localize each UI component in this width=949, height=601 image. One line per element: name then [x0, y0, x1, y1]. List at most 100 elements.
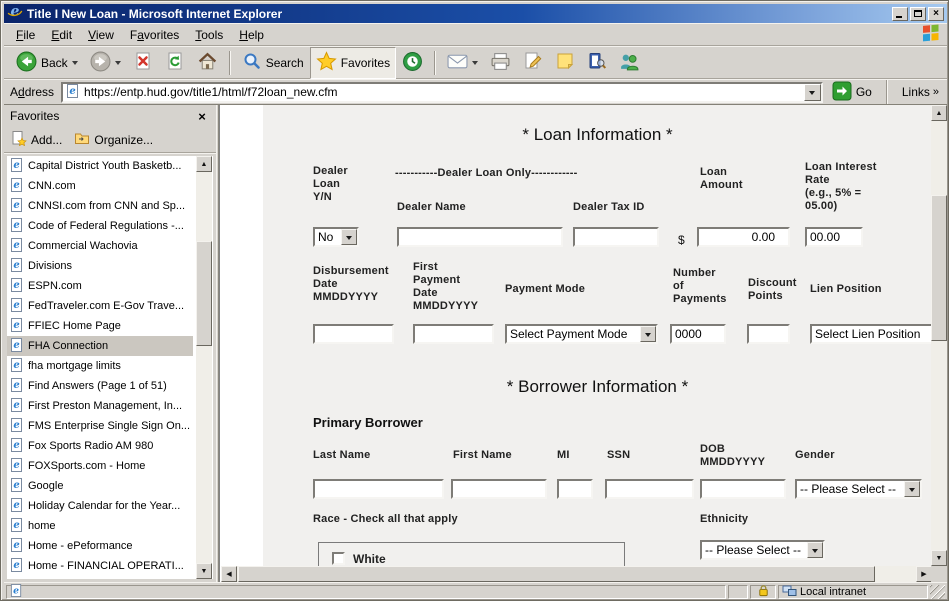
dropdown-button[interactable] [807, 542, 823, 558]
scroll-down-button[interactable]: ▼ [931, 550, 947, 566]
favorites-item[interactable]: eFFIEC Home Page [7, 316, 193, 336]
content-horizontal-scrollbar: ◀ ▶ [221, 566, 932, 582]
svg-text:e: e [13, 585, 19, 596]
menu-item-tools[interactable]: Tools [187, 25, 231, 45]
dropdown-button[interactable] [904, 481, 920, 497]
loan-amount-input[interactable] [697, 227, 790, 247]
scroll-left-button[interactable]: ◀ [221, 566, 237, 582]
first-payment-date-input[interactable] [413, 324, 494, 344]
race-white-checkbox[interactable] [332, 552, 345, 565]
favorites-item[interactable]: eHoliday Calendar for the Year... [7, 496, 193, 516]
mail-dropdown-icon[interactable] [472, 61, 478, 65]
favorites-item[interactable]: eESPN.com [7, 276, 193, 296]
mi-input[interactable] [557, 479, 593, 499]
menu-bar: FileEditViewFavoritesToolsHelp [4, 23, 947, 46]
favorites-item[interactable]: eCode of Federal Regulations -... [7, 216, 193, 236]
status-bar: e Local intranet [4, 582, 947, 599]
dob-input[interactable] [700, 479, 786, 499]
research-button[interactable] [581, 47, 613, 78]
favorites-item[interactable]: eFind Answers (Page 1 of 51) [7, 376, 193, 396]
favorites-item[interactable]: eDivisions [7, 256, 193, 276]
favorites-item[interactable]: eCapital District Youth Basketb... [7, 156, 193, 176]
scroll-up-button[interactable]: ▲ [931, 105, 947, 121]
forward-dropdown-icon[interactable] [115, 61, 121, 65]
discount-points-input[interactable] [747, 324, 790, 344]
payment-mode-select[interactable]: Select Payment Mode [505, 324, 658, 344]
messenger-button[interactable] [613, 47, 646, 79]
discuss-note-button[interactable] [549, 47, 581, 78]
favorites-item[interactable]: eGoogle [7, 476, 193, 496]
home-button[interactable] [191, 47, 224, 79]
stop-button[interactable] [127, 47, 159, 78]
lien-position-select[interactable]: Select Lien Position [810, 324, 932, 344]
add-favorite-icon [11, 130, 27, 149]
back-button[interactable]: Back [10, 47, 84, 79]
forward-button[interactable] [84, 47, 127, 79]
scrollbar-thumb[interactable] [196, 241, 212, 346]
dealer-loan-select[interactable]: No [313, 227, 359, 247]
minimize-button[interactable] [892, 7, 908, 21]
favorites-item[interactable]: eFOXSports.com - Home [7, 456, 193, 476]
scrollbar-track[interactable] [196, 156, 212, 579]
resize-grip[interactable] [930, 585, 945, 599]
favorites-item[interactable]: eFMS Enterprise Single Sign On... [7, 416, 193, 436]
favorites-close-button[interactable]: × [194, 109, 210, 123]
first-name-input[interactable] [451, 479, 547, 499]
back-dropdown-icon[interactable] [72, 61, 78, 65]
links-toolbar[interactable]: Links » [898, 85, 943, 99]
scroll-down-button[interactable]: ▼ [196, 563, 212, 579]
menu-item-edit[interactable]: Edit [43, 25, 80, 45]
back-label: Back [41, 56, 68, 70]
favorites-item[interactable]: eFedTraveler.com E-Gov Trave... [7, 296, 193, 316]
menu-item-help[interactable]: Help [231, 25, 272, 45]
organize-favorites-button[interactable]: Organize... [74, 130, 153, 149]
favorites-item[interactable]: efha mortgage limits [7, 356, 193, 376]
refresh-button[interactable] [159, 47, 191, 78]
menu-item-view[interactable]: View [80, 25, 122, 45]
menu-item-favorites[interactable]: Favorites [122, 25, 187, 45]
favorites-item[interactable]: eCNNSI.com from CNN and Sp... [7, 196, 193, 216]
favorites-item-label: CNNSI.com from CNN and Sp... [28, 200, 185, 212]
print-button[interactable] [484, 47, 517, 79]
favorites-item-label: Google [28, 480, 63, 492]
dropdown-button[interactable] [640, 326, 656, 342]
gender-select[interactable]: -- Please Select -- [795, 479, 922, 499]
favorites-item[interactable]: eHome - FINANCIAL OPERATI... [7, 556, 193, 576]
address-dropdown-button[interactable] [804, 84, 821, 101]
favorites-button[interactable]: Favorites [310, 47, 396, 79]
favorites-item[interactable]: eFirst Preston Management, In... [7, 396, 193, 416]
favorites-item[interactable]: eFox Sports Radio AM 980 [7, 436, 193, 456]
favorites-item[interactable]: eCommercial Wachovia [7, 236, 193, 256]
go-button[interactable]: Go [828, 80, 876, 105]
dealer-name-input[interactable] [397, 227, 563, 247]
lock-icon [757, 584, 770, 600]
address-input[interactable]: e https://entp.hud.gov/title1/html/f72lo… [61, 82, 823, 103]
disbursement-date-input[interactable] [313, 324, 394, 344]
history-button[interactable] [396, 47, 429, 79]
maximize-button[interactable] [910, 7, 926, 21]
favorites-item[interactable]: ehome [7, 516, 193, 536]
interest-rate-input[interactable] [805, 227, 863, 247]
security-zone-label: Local intranet [800, 586, 866, 598]
close-button[interactable]: × [928, 7, 944, 21]
scrollbar-thumb[interactable] [931, 195, 947, 341]
search-button[interactable]: Search [236, 47, 310, 78]
edit-button[interactable] [517, 47, 549, 78]
ssn-input[interactable] [605, 479, 694, 499]
menu-item-file[interactable]: File [8, 25, 43, 45]
scroll-right-button[interactable]: ▶ [916, 566, 932, 582]
add-favorite-button[interactable]: Add... [11, 130, 62, 149]
dropdown-button[interactable] [341, 229, 357, 245]
scroll-up-button[interactable]: ▲ [196, 156, 212, 172]
ethnicity-select[interactable]: -- Please Select -- [700, 540, 825, 560]
scrollbar-thumb[interactable] [238, 566, 875, 582]
dealer-taxid-input[interactable] [573, 227, 659, 247]
address-label: Address [8, 85, 56, 99]
last-name-input[interactable] [313, 479, 444, 499]
favorites-item[interactable]: eFHA Connection [7, 336, 193, 356]
mail-button[interactable] [441, 49, 484, 76]
svg-text:e: e [13, 260, 19, 271]
favorites-item[interactable]: eCNN.com [7, 176, 193, 196]
favorites-item[interactable]: eHome - ePeformance [7, 536, 193, 556]
num-payments-input[interactable] [670, 324, 726, 344]
